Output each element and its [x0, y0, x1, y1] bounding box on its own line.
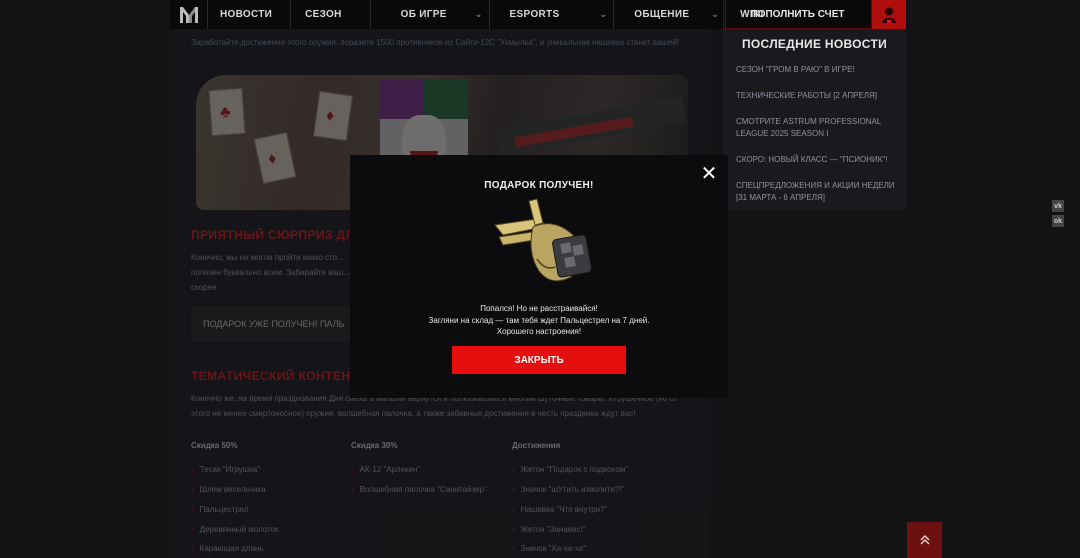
list-item: Карающая длань	[191, 544, 264, 553]
nav-item-season[interactable]: СЕЗОН	[291, 0, 356, 29]
column-title-discount-50: Скидка 50%	[191, 441, 238, 450]
list-item: АК-12 "Арлекин"	[351, 465, 420, 474]
section-title-themed: ТЕМАТИЧЕСКИЙ КОНТЕНТ Е	[191, 369, 371, 383]
modal-message-line: Хорошего настроения!	[496, 327, 582, 336]
section-title-surprise: ПРИЯТНЫЙ СЮРПРИЗ ДЛЯ	[191, 228, 364, 242]
top-nav: НОВОСТИ СЕЗОН ОБ ИГРЕ ⌄ ESPORTS ⌄ ОБЩЕНИЕ ⌄…	[170, 0, 906, 29]
news-item[interactable]: СКОРО: НОВЫЙ КЛАСС — "ПСИОНИК"!	[736, 154, 896, 166]
modal-message-line: Попался! Но не расстраивайся!	[480, 304, 598, 313]
list-item: Значок "Ха-ха-ха"	[512, 544, 586, 553]
news-item[interactable]: СПЕЦПРЕДЛОЖЕНИЯ И АКЦИИ НЕДЕЛИ [31 МАРТА…	[736, 180, 896, 204]
user-account-button[interactable]	[872, 0, 906, 29]
vk-icon[interactable]: vk	[1052, 200, 1064, 212]
list-item: Волшебная палочка "Санитайзер"	[351, 485, 487, 494]
column-title-discount-30: Скидка 30%	[351, 441, 398, 450]
modal-close-button[interactable]: ЗАКРЫТЬ	[452, 346, 626, 374]
scroll-to-top-button[interactable]	[907, 522, 942, 558]
user-icon	[882, 7, 896, 23]
card-decoration: ♣	[208, 87, 246, 137]
logo-icon[interactable]	[170, 0, 207, 29]
news-item[interactable]: ТЕХНИЧЕСКИЕ РАБОТЫ [2 АПРЕЛЯ]	[736, 90, 896, 102]
list-item: Значок "шУтить изволите?!"	[512, 485, 625, 494]
section-text-surprise: Конечно, мы не могли пройти мимо сто... …	[191, 253, 350, 292]
news-item[interactable]: СЕЗОН "ГРОМ В РАЮ" В ИГРЕ!	[736, 64, 896, 76]
gift-modal: ПОДАРОК ПОЛУЧЕН! Попался! Но не расстраи…	[350, 155, 728, 398]
gift-status-box: ПОДАРОК УЖЕ ПОЛУЧЕН! ПАЛЬ	[191, 306, 351, 342]
nav-item-about-label: ОБ ИГРЕ	[400, 9, 447, 20]
list-item: Шлем весельчака	[191, 485, 266, 494]
news-sidebar: ПОСЛЕДНИЕ НОВОСТИ СЕЗОН "ГРОМ В РАЮ" В И…	[723, 29, 906, 210]
nav-item-community[interactable]: ОБЩЕНИЕ ⌄	[614, 0, 719, 29]
nav-item-about[interactable]: ОБ ИГРЕ ⌄	[371, 0, 483, 29]
list-item: Деревянный молоток	[191, 525, 279, 534]
article-intro: Заработайте достижение этого оружия: пор…	[191, 38, 680, 47]
news-title: ПОСЛЕДНИЕ НОВОСТИ	[741, 37, 888, 51]
list-item: Жетон "Подарок с подвохом"	[512, 465, 628, 474]
modal-title: ПОДАРОК ПОЛУЧЕН!	[484, 180, 594, 191]
modal-message-line: Загляни на склад — там тебя ждет Пальцес…	[428, 316, 650, 325]
chevron-down-icon: ⌄	[599, 9, 608, 19]
news-item[interactable]: СМОТРИТЕ ASTRUM PROFESSIONAL LEAGUE 2025…	[736, 116, 896, 140]
list-item: Тесак "Игрушка"	[191, 465, 260, 474]
finger-gun-glove-icon	[494, 198, 592, 282]
page: НОВОСТИ СЕЗОН ОБ ИГРЕ ⌄ ESPORTS ⌄ ОБЩЕНИЕ ⌄…	[0, 0, 1080, 558]
close-icon[interactable]: ✕	[700, 164, 718, 184]
nav-item-community-label: ОБЩЕНИЕ	[634, 9, 690, 20]
column-title-achievements: Достижения	[512, 441, 561, 450]
chevron-up-icon	[919, 534, 930, 545]
chevron-down-icon: ⌄	[474, 9, 483, 19]
topup-button[interactable]: ПОПОЛНИТЬ СЧЕТ	[723, 0, 872, 29]
list-item: Нашивка "Что внутри?"	[512, 505, 608, 514]
nav-item-esports-label: ESPORTS	[509, 9, 560, 20]
nav-item-esports[interactable]: ESPORTS ⌄	[490, 0, 608, 29]
ok-icon[interactable]: ok	[1052, 215, 1064, 227]
list-item: Жетон "Занавес!"	[512, 525, 586, 534]
card-decoration: ♦	[312, 90, 354, 142]
list-item: Пальцестрел	[191, 505, 249, 514]
nav-item-news[interactable]: НОВОСТИ	[208, 0, 284, 29]
card-decoration: ♦	[253, 131, 297, 185]
chevron-down-icon: ⌄	[711, 9, 720, 19]
